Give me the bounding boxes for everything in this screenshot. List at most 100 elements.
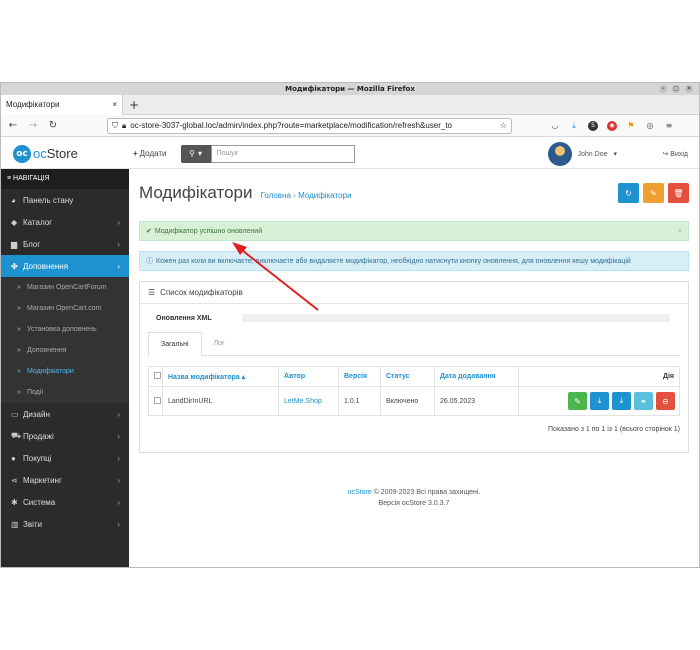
tag-icon: ◆	[11, 217, 18, 227]
user-menu[interactable]: John Doe ▾	[547, 142, 617, 166]
download-button[interactable]: ⤓	[590, 392, 609, 410]
puzzle-icon: ✤	[11, 261, 18, 271]
reload-icon[interactable]: ↻	[47, 120, 59, 131]
extension-s-icon[interactable]: S	[588, 120, 598, 131]
sidebar-item-dashboard[interactable]: ◕ Панель стану	[1, 189, 129, 211]
logo-text: ocStore	[33, 146, 78, 161]
column-name[interactable]: Назва модифікатора ▴	[162, 366, 279, 387]
add-button[interactable]: + Додати	[133, 149, 167, 158]
author-link[interactable]: LetMe.Shop	[284, 398, 322, 405]
cell-version: 1.0.1	[338, 386, 381, 416]
logout-button[interactable]: ↪ Вихід	[662, 150, 688, 158]
sidebar-item-label: Дизайн	[23, 409, 50, 419]
disable-button[interactable]: ⊖	[656, 392, 675, 410]
breadcrumb-separator: ›	[293, 191, 296, 200]
sidebar-subitem-opencartforum[interactable]: » Магазин OpenCartForum	[1, 277, 129, 298]
sidebar-item-design[interactable]: ▭ Дизайн ›	[1, 403, 129, 425]
search-type-button[interactable]: ⚲ ▾	[180, 144, 211, 163]
info-message: Кожен раз коли ви включаєте, виключаєте …	[156, 257, 631, 265]
column-action: Дія	[518, 366, 680, 387]
sidebar-item-label: Блог	[23, 239, 41, 249]
admin-header: oc ocStore + Додати ⚲ ▾ Пошук John Doe ▾	[1, 139, 699, 169]
panel-title: Список модифікаторів	[160, 288, 243, 297]
forward-icon[interactable]: →	[27, 120, 39, 131]
minimize-icon[interactable]: –	[659, 85, 667, 93]
sidebar-item-extensions[interactable]: ✤ Доповнення ›	[1, 255, 129, 277]
extension-circle-icon[interactable]: ◎	[645, 121, 655, 130]
chevron-right-icon: ›	[117, 239, 120, 249]
breadcrumb-current[interactable]: Модифікатори	[298, 191, 351, 200]
sidebar-item-marketing[interactable]: ⋖ Маркетинг ›	[1, 469, 129, 491]
pagination-summary: Показано з 1 по 1 із 1 (всього сторінок …	[548, 426, 680, 433]
sidebar-item-reports[interactable]: ▥ Звіти ›	[1, 513, 129, 535]
cell-status: Включено	[380, 386, 435, 416]
eraser-icon: ✎	[650, 188, 657, 198]
sidebar: ≡ НАВІГАЦІЯ ◕ Панель стану ◆ Каталог › ▆…	[1, 169, 129, 567]
adblock-icon[interactable]: ◉	[607, 120, 617, 131]
tab-close-icon[interactable]: ×	[112, 100, 117, 109]
sidebar-item-label: Звіти	[23, 519, 42, 529]
sidebar-subitem-events[interactable]: » Події	[1, 382, 129, 403]
row-checkbox[interactable]	[154, 396, 161, 404]
breadcrumb-home[interactable]: Головна	[261, 191, 291, 200]
lock-icon[interactable]: 🔒︎	[122, 121, 126, 131]
page-header: Модифікатори Головна › Модифікатори	[139, 183, 689, 203]
info-circle-icon: ⓘ	[146, 258, 153, 265]
pocket-icon[interactable]: ◡	[550, 121, 560, 130]
shield-icon[interactable]: ⛉	[112, 121, 118, 131]
sidebar-item-system[interactable]: ✱ Система ›	[1, 491, 129, 513]
url-text[interactable]: oc-store-3037-global.loc/admin/index.php…	[130, 121, 496, 130]
page-title: Модифікатори	[139, 183, 253, 202]
tab-bar: Модифікатори × +	[1, 94, 699, 115]
browser-tab[interactable]: Модифікатори ×	[1, 94, 123, 115]
download-xml-button[interactable]: ⤓	[612, 392, 631, 410]
sidebar-item-sales[interactable]: ⛟ Продажі ›	[1, 425, 129, 447]
sidebar-item-label: Продажі	[23, 431, 54, 441]
tab-general[interactable]: Загальні	[148, 332, 202, 356]
column-status[interactable]: Статус	[380, 366, 435, 387]
edit-button[interactable]: ✎	[568, 392, 587, 410]
modifications-table: Назва модифікатора ▴ Автор Версія Статус…	[148, 366, 680, 416]
panel-tabs: Загальні Лог	[148, 332, 680, 356]
column-date[interactable]: Дата додавання	[434, 366, 519, 387]
clear-button[interactable]: ✎	[643, 183, 664, 203]
double-chevron-icon: »	[17, 389, 21, 396]
logo-mark: oc	[13, 144, 31, 163]
breadcrumb: Головна › Модифікатори	[261, 191, 352, 200]
chevron-right-icon: ›	[117, 261, 120, 271]
sidebar-item-label: Доповнення	[23, 261, 69, 271]
extension-flag-icon[interactable]: ⚑	[626, 121, 636, 130]
column-author[interactable]: Автор	[278, 366, 339, 387]
back-icon[interactable]: ←	[7, 120, 19, 131]
select-all-checkbox[interactable]	[154, 372, 161, 379]
close-alert-icon[interactable]: ×	[678, 228, 682, 235]
delete-button[interactable]: 🗑︎	[668, 183, 689, 203]
download-icon[interactable]: ⤓	[569, 121, 579, 131]
sidebar-item-catalog[interactable]: ◆ Каталог ›	[1, 211, 129, 233]
logo[interactable]: oc ocStore	[1, 144, 129, 163]
column-version[interactable]: Версія	[338, 366, 381, 387]
new-tab-button[interactable]: +	[129, 98, 139, 112]
close-window-icon[interactable]: ×	[685, 85, 693, 93]
double-chevron-icon: »	[17, 305, 21, 312]
link-button[interactable]: ⚭	[634, 392, 653, 410]
cell-date: 26.05.2023	[434, 386, 519, 416]
success-alert: ✔ Модифікатор успішно оновлений ×	[139, 221, 689, 241]
menu-icon[interactable]: ≡	[664, 121, 674, 130]
url-bar[interactable]: ⛉ 🔒︎ oc-store-3037-global.loc/admin/inde…	[107, 117, 512, 134]
sidebar-subitem-opencart-com[interactable]: » Магазин OpenCart.com	[1, 298, 129, 319]
sidebar-subitem-extensions[interactable]: » Доповнення	[1, 340, 129, 361]
search-input[interactable]: Пошук	[210, 144, 355, 163]
sidebar-item-blog[interactable]: ▆ Блог ›	[1, 233, 129, 255]
footer-brand-link[interactable]: ocStore	[348, 489, 372, 496]
chevron-right-icon: ›	[117, 217, 120, 227]
maximize-icon[interactable]: □	[672, 85, 680, 93]
sidebar-item-customers[interactable]: ● Покупці ›	[1, 447, 129, 469]
row-actions: ✎ ⤓ ⤓ ⚭ ⊖	[524, 392, 679, 410]
refresh-button[interactable]: ↻	[618, 183, 639, 203]
bar-chart-icon: ▥	[11, 519, 19, 529]
tab-log[interactable]: Лог	[202, 332, 237, 355]
bookmark-star-icon[interactable]: ☆	[500, 121, 507, 130]
sidebar-subitem-modifications[interactable]: » Модифікатори	[1, 361, 129, 382]
sidebar-subitem-installer[interactable]: » Установка доповнень	[1, 319, 129, 340]
